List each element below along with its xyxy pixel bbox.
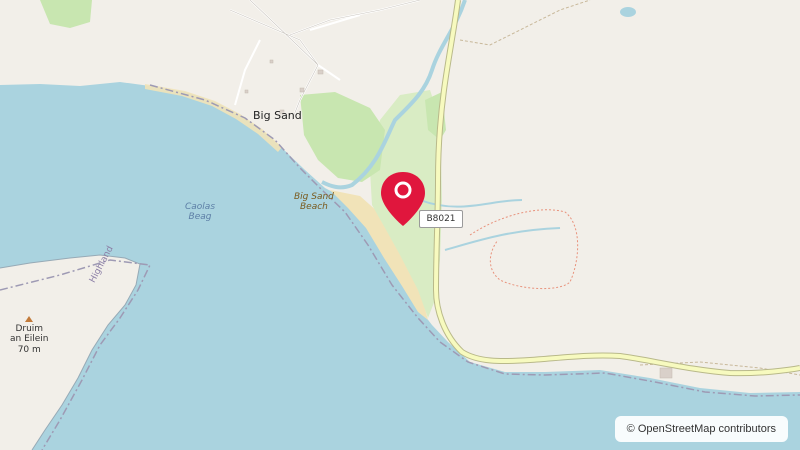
beach-label-line1: Big Sand [294, 192, 334, 202]
peak-icon [25, 316, 34, 322]
map-pin-icon[interactable] [375, 170, 431, 230]
road-b8021 [432, 0, 800, 377]
peak-label-line2: an Eilein [10, 334, 49, 345]
bay-label: Caolas Beag [185, 202, 215, 223]
attribution[interactable]: © OpenStreetMap contributors [614, 416, 788, 442]
peak-label-line1: Druim [15, 324, 44, 334]
village-label: Big Sand [253, 109, 302, 122]
peak-label: Druim an Eilein 70 m [10, 316, 49, 355]
peak-label-line3: 70 m [17, 344, 41, 355]
beach-label: Big Sand Beach [294, 192, 334, 213]
forest-top [40, 0, 92, 28]
bay-label-line1: Caolas [185, 202, 216, 212]
bay-label-line2: Beag [188, 212, 212, 223]
forest-north [300, 92, 385, 182]
map-canvas[interactable]: Big Sand Big Sand Beach Caolas Beag Drui… [0, 0, 800, 450]
beach-label-line2: Beach [300, 202, 328, 213]
